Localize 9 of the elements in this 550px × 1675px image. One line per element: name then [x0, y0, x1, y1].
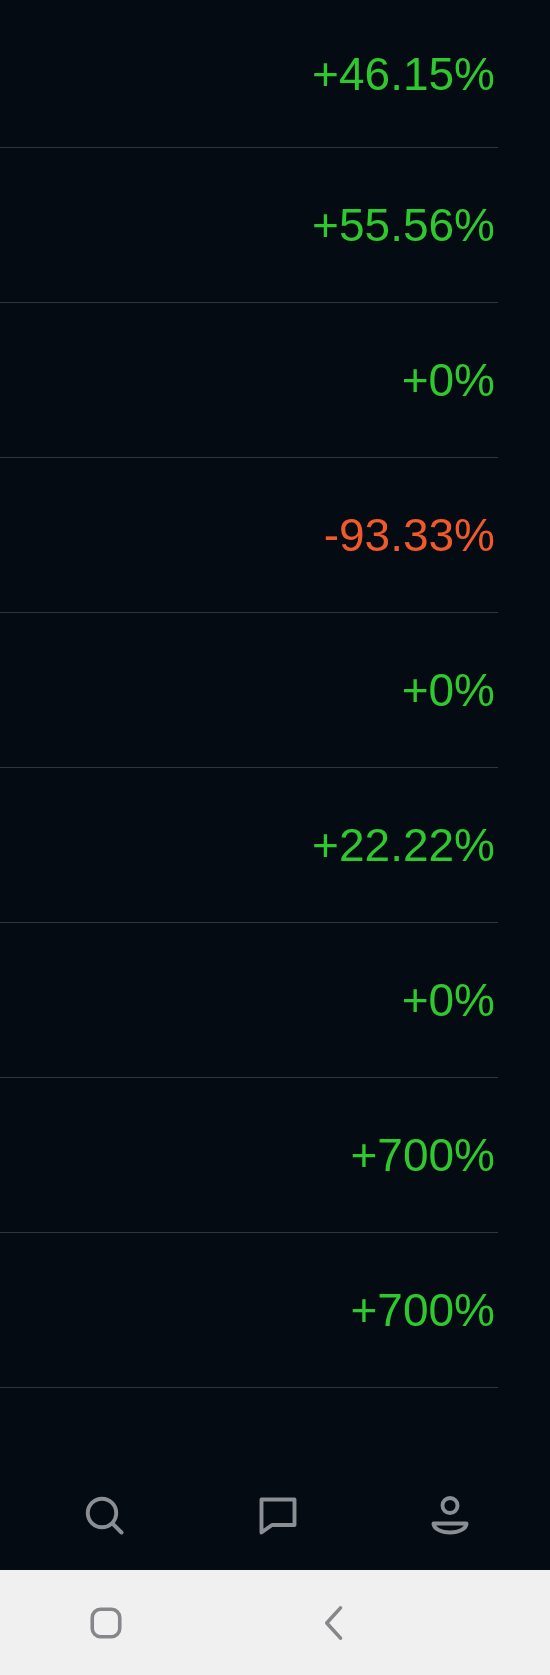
percent-change: +0% [401, 667, 495, 713]
percent-change: -93.33% [323, 512, 495, 558]
percent-change: +55.56% [312, 202, 495, 248]
percent-change: +22.22% [312, 822, 495, 868]
percent-change: +700% [350, 1132, 495, 1178]
percent-change: +0% [401, 977, 495, 1023]
percent-change: +0% [401, 357, 495, 403]
percent-change: +700% [350, 1287, 495, 1333]
percent-change: +46.15% [312, 50, 495, 97]
